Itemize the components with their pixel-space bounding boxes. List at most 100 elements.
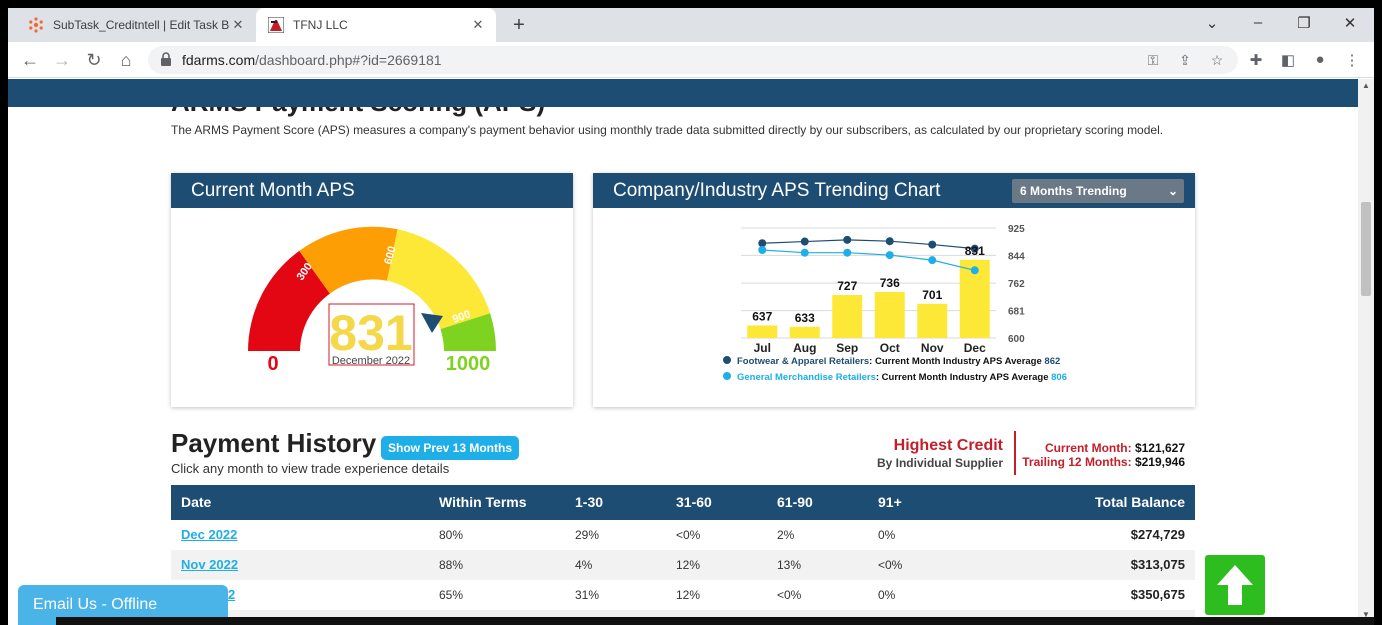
series-line — [762, 239, 975, 250]
days-1-30-cell: 4% — [575, 558, 593, 572]
column-header: Date — [181, 494, 212, 510]
address-bar[interactable]: fdarms.com/dashboard.php#?id=2669181 ⚿ ⇪… — [148, 46, 1238, 74]
share-icon[interactable]: ⇪ — [1176, 52, 1194, 69]
bar — [789, 326, 820, 338]
series-point — [928, 240, 937, 249]
page-scrollbar[interactable]: ▲ ▼ — [1358, 79, 1374, 625]
x-tick-label: Aug — [793, 341, 816, 355]
bar — [917, 303, 948, 338]
trend-period-select[interactable]: 6 Months Trending ⌄ — [1012, 179, 1184, 203]
series-point — [885, 251, 894, 260]
column-header: 61-90 — [777, 494, 813, 510]
browser-window: SubTask_Creditntell | Edit Task Bo ✕ TFN… — [8, 8, 1374, 625]
aps-trend-chart: 925 844 762 681 600 637 Jul 633 Aug 727 Sep 736 Oct 7… — [723, 224, 1067, 383]
column-header: 1-30 — [575, 494, 604, 510]
series-point — [843, 235, 852, 244]
reload-icon[interactable]: ↻ — [82, 48, 106, 72]
x-tick-label: Jul — [754, 341, 771, 355]
current-aps-card: Current Month APS 300 600 900 831 Decemb… — [171, 173, 573, 407]
show-prev-months-button[interactable]: Show Prev 13 Months — [381, 436, 519, 460]
back-icon[interactable]: ← — [18, 48, 42, 72]
series-point — [970, 266, 979, 275]
close-icon[interactable]: ✕ — [470, 17, 486, 33]
scroll-to-top-button[interactable] — [1205, 555, 1265, 615]
scroll-up-icon[interactable]: ▲ — [1361, 81, 1371, 90]
taskbar — [56, 617, 1374, 625]
bar-value-label: 831 — [965, 244, 985, 258]
days-1-30-cell: 29% — [575, 528, 600, 542]
aps-score: 831 — [329, 305, 412, 361]
close-icon[interactable]: ✕ — [230, 17, 246, 33]
site-logo-icon — [267, 16, 285, 34]
column-header: 31-60 — [676, 494, 712, 510]
x-tick-label: Oct — [880, 341, 900, 355]
x-tick-label: Sep — [836, 341, 858, 355]
key-icon[interactable]: ⚿ — [1144, 52, 1162, 69]
scroll-thumb[interactable] — [1361, 202, 1371, 296]
star-icon[interactable]: ☆ — [1208, 52, 1226, 69]
month-link[interactable]: Nov 2022 — [181, 550, 238, 580]
trailing-value: $219,946 — [1134, 455, 1185, 469]
tab-strip: SubTask_Creditntell | Edit Task Bo ✕ TFN… — [8, 8, 1374, 42]
restore-icon[interactable]: ❐ — [1294, 14, 1314, 32]
arrow-up-icon — [1217, 565, 1253, 605]
total-balance-cell: $274,729 — [1130, 527, 1185, 542]
y-tick-label: 600 — [1008, 334, 1025, 345]
minimize-icon[interactable]: – — [1248, 14, 1268, 31]
table-row[interactable]: Nov 2022 88% 4% 12% 13% <0% $313,075 — [171, 550, 1195, 580]
home-icon[interactable]: ⌂ — [114, 48, 138, 72]
tab-subtask[interactable]: SubTask_Creditntell | Edit Task Bo ✕ — [16, 8, 256, 42]
within-terms-cell: 88% — [439, 558, 464, 572]
y-tick-label: 681 — [1008, 307, 1025, 318]
days-61-90-cell: 13% — [777, 558, 802, 572]
menu-kebab-icon[interactable]: ⋮ — [1342, 51, 1362, 69]
highest-credit-trailing: Trailing 12 Months: $219,946 — [1018, 455, 1185, 469]
lock-icon — [160, 52, 172, 66]
series-point — [843, 248, 852, 257]
card-title: Current Month APS — [171, 173, 573, 208]
month-link[interactable]: Dec 2022 — [181, 520, 237, 550]
table-row[interactable]: Oct 2022 65% 31% 12% <0% 0% $350,675 — [171, 580, 1195, 610]
tab-title: SubTask_Creditntell | Edit Task Bo — [53, 18, 230, 32]
url-path: /dashboard.php#?id=2669181 — [255, 52, 442, 68]
current-month-value: $121,627 — [1134, 441, 1185, 455]
forward-icon[interactable]: → — [50, 48, 74, 72]
url-host: fdarms.com — [182, 52, 256, 68]
days-61-90-cell: <0% — [777, 588, 802, 602]
section-description: The ARMS Payment Score (APS) measures a … — [171, 123, 1164, 137]
days-31-60-cell: 12% — [676, 558, 701, 572]
bar-value-label: 633 — [795, 311, 815, 325]
extensions-icon[interactable]: ✚ — [1246, 51, 1266, 69]
tab-tfnj[interactable]: TFNJ LLC ✕ — [256, 8, 496, 42]
trending-chart-card: Company/Industry APS Trending Chart 6 Mo… — [593, 173, 1195, 407]
table-row[interactable]: Dec 2022 80% 29% <0% 2% 0% $274,729 — [171, 520, 1195, 550]
bar — [832, 295, 863, 338]
profile-icon[interactable]: ● — [1310, 51, 1330, 68]
days-31-60-cell: <0% — [676, 528, 701, 542]
url-text: fdarms.com/dashboard.php#?id=2669181 — [182, 52, 442, 68]
days-61-90-cell: 2% — [777, 528, 795, 542]
aps-gauge: 300 600 900 831 December 2022 0 1000 — [248, 226, 496, 375]
days-91-plus-cell: <0% — [878, 558, 903, 572]
payment-history-subtitle: Click any month to view trade experience… — [171, 461, 450, 476]
highest-credit-title: Highest Credit — [893, 437, 1003, 454]
page-content: ARMS Payment Scoring (APS) The ARMS Paym… — [8, 79, 1358, 625]
table-header: Date Within Terms 1-30 31-60 61-90 91+ T… — [171, 485, 1195, 520]
browser-toolbar: ← → ↻ ⌂ fdarms.com/dashboard.php#?id=266… — [8, 42, 1374, 78]
tab-title: TFNJ LLC — [293, 18, 348, 32]
within-terms-cell: 80% — [439, 528, 464, 542]
within-terms-cell: 65% — [439, 588, 464, 602]
close-window-icon[interactable]: ✕ — [1340, 14, 1360, 32]
x-tick-label: Nov — [921, 341, 944, 355]
legend-entry: Footwear & Apparel Retailers: Current Mo… — [737, 356, 1060, 367]
column-header: Total Balance — [1095, 494, 1185, 510]
side-panel-icon[interactable]: ◧ — [1278, 51, 1298, 69]
bar-value-label: 727 — [837, 279, 857, 293]
tab-search-chevron-icon[interactable]: ⌄ — [1202, 14, 1222, 32]
column-header: 91+ — [878, 494, 902, 510]
aps-period: December 2022 — [332, 355, 410, 367]
legend-entry: General Merchandise Retailers: Current M… — [737, 372, 1067, 383]
bar — [874, 291, 905, 338]
legend-marker — [723, 356, 731, 364]
new-tab-icon[interactable]: + — [508, 14, 530, 37]
